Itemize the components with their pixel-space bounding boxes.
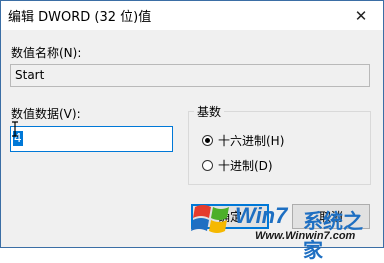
value-data-label: 数值数据(V): <box>11 107 81 121</box>
value-name-label: 数值名称(N): <box>11 46 82 60</box>
watermark-url: Www.Winwin7.com <box>255 230 356 242</box>
close-button[interactable]: ✕ <box>339 1 383 30</box>
radio-decimal-indicator[interactable] <box>202 160 213 171</box>
watermark-brand: Win7 <box>235 203 288 228</box>
site-watermark: Win7 系统之家 Www.Winwin7.com <box>191 197 381 262</box>
radio-hex-label: 十六进制(H) <box>218 134 285 148</box>
radio-decimal[interactable]: 十进制(D) <box>202 157 273 174</box>
value-name-text: Start <box>15 68 45 82</box>
radio-hex[interactable]: 十六进制(H) <box>202 132 284 149</box>
radio-hex-indicator[interactable] <box>202 135 213 146</box>
title-bar: 编辑 DWORD (32 位)值 ✕ <box>1 1 383 30</box>
radio-decimal-label: 十进制(D) <box>218 159 273 173</box>
value-data-field[interactable]: 4 <box>10 126 173 152</box>
close-icon: ✕ <box>354 6 368 25</box>
edit-dword-dialog: 编辑 DWORD (32 位)值 ✕ 数值名称(N): Start 数值数据(V… <box>0 0 384 262</box>
window-title: 编辑 DWORD (32 位)值 <box>8 10 152 25</box>
windows-logo-icon <box>191 205 229 233</box>
base-group-label: 基数 <box>194 103 225 120</box>
value-name-field[interactable]: Start <box>10 64 370 87</box>
text-cursor-icon <box>12 121 18 137</box>
